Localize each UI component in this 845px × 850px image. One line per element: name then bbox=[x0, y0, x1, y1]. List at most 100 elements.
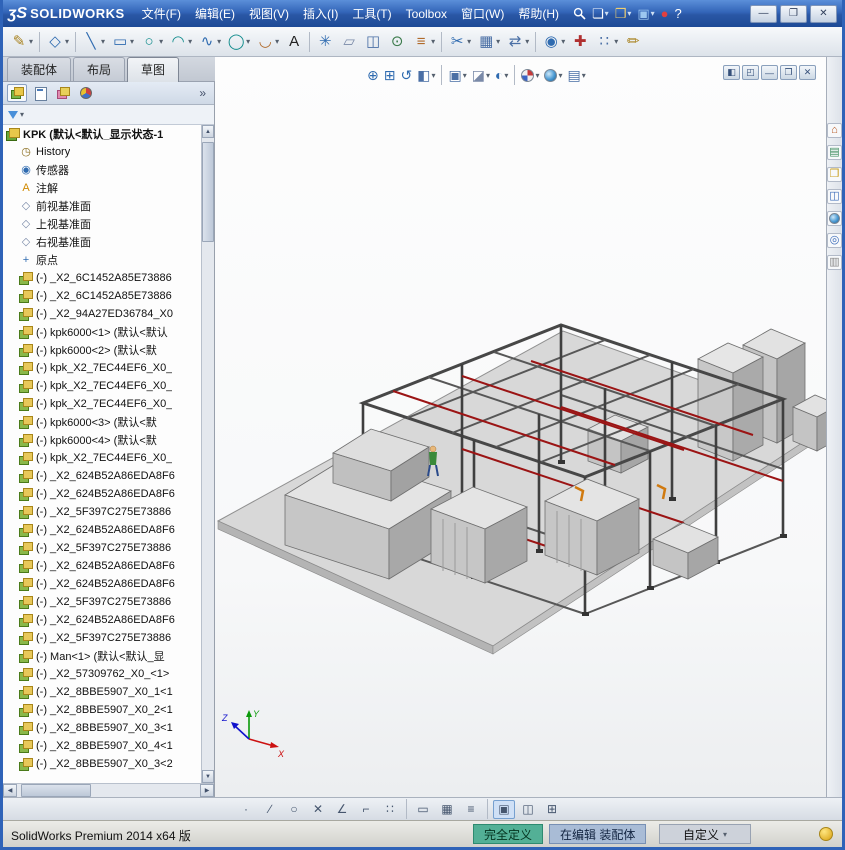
custom-properties-icon[interactable]: ◎ bbox=[827, 233, 842, 248]
doc-restore-button[interactable]: ❐ bbox=[780, 65, 797, 80]
smart-dimension-icon[interactable]: ◇ bbox=[43, 29, 72, 55]
tree-hscrollbar[interactable]: ◀ ▶ bbox=[3, 783, 214, 797]
tree-item[interactable]: (-) _X2_624B52A86EDA8F6 bbox=[3, 521, 201, 539]
ellipse-icon[interactable]: ◯ bbox=[224, 29, 253, 55]
tree-item[interactable]: (-) _X2_6C1452A85E73886 bbox=[3, 269, 201, 287]
rebuild-icon[interactable]: ● bbox=[658, 4, 672, 24]
filter-icon[interactable]: ▾ bbox=[8, 110, 24, 119]
doc-close-button[interactable]: ✕ bbox=[799, 65, 816, 80]
scrollbar-thumb[interactable] bbox=[202, 142, 214, 242]
view-two-icon[interactable]: ◫ bbox=[517, 800, 539, 819]
tree-item[interactable]: (-) kpk6000<3> (默认<默 bbox=[3, 413, 201, 431]
spline-icon[interactable]: ∿ bbox=[195, 29, 224, 55]
document-recovery-icon[interactable]: ▥ bbox=[827, 255, 842, 270]
section-view-icon[interactable]: ◧ bbox=[415, 65, 437, 85]
tab-layout[interactable]: 布局 bbox=[73, 57, 126, 81]
tree-item[interactable]: (-) kpk6000<2> (默认<默 bbox=[3, 341, 201, 359]
pane-split-left-icon[interactable]: ◧ bbox=[723, 65, 740, 80]
doc-minimize-button[interactable]: — bbox=[761, 65, 778, 80]
tab-sketch[interactable]: 草图 bbox=[127, 57, 180, 82]
snap-intersection-icon[interactable]: ✕ bbox=[307, 800, 329, 819]
tree-item[interactable]: (-) _X2_8BBE5907_X0_3<1 bbox=[3, 719, 201, 737]
menu-file[interactable]: 文件(F) bbox=[135, 0, 188, 27]
tree-item[interactable]: (-) kpk6000<1> (默认<默认 bbox=[3, 323, 201, 341]
linear-pattern-icon[interactable]: ▦ bbox=[474, 29, 503, 55]
snap-angle-icon[interactable]: ∠ bbox=[331, 800, 353, 819]
quick-snaps-icon[interactable]: ∷ bbox=[592, 29, 621, 55]
tree-item-right-plane[interactable]: ◇ 右视基准面 bbox=[3, 233, 201, 251]
fillet-icon[interactable]: ◡ bbox=[253, 29, 282, 55]
resources-icon[interactable]: ⌂ bbox=[827, 123, 842, 138]
tree-item[interactable]: (-) kpk6000<4> (默认<默 bbox=[3, 431, 201, 449]
tree-item[interactable]: (-) kpk_X2_7EC44EF6_X0_ bbox=[3, 395, 201, 413]
tree-item[interactable]: (-) _X2_5F397C275E73886 bbox=[3, 593, 201, 611]
close-button[interactable]: ✕ bbox=[810, 4, 837, 23]
search-icon[interactable] bbox=[570, 4, 589, 24]
appearances-icon[interactable] bbox=[827, 211, 842, 226]
snap-settings-icon[interactable]: ≡ bbox=[460, 800, 482, 819]
scroll-right-button[interactable]: ▶ bbox=[200, 784, 214, 797]
status-custom-dropdown[interactable]: 自定义 ▾ bbox=[659, 824, 751, 844]
mirror-entities-icon[interactable]: ◫ bbox=[361, 29, 385, 55]
tree-item[interactable]: (-) _X2_5F397C275E73886 bbox=[3, 629, 201, 647]
tree-item-origin[interactable]: + 原点 bbox=[3, 251, 201, 269]
tree-item[interactable]: (-) _X2_8BBE5907_X0_3<2 bbox=[3, 755, 201, 773]
tree-item[interactable]: (-) _X2_8BBE5907_X0_1<1 bbox=[3, 683, 201, 701]
tree-item[interactable]: (-) _X2_624B52A86EDA8F6 bbox=[3, 611, 201, 629]
tree-item[interactable]: (-) _X2_8BBE5907_X0_4<1 bbox=[3, 737, 201, 755]
sketch-icon[interactable]: ✎ bbox=[7, 29, 36, 55]
tree-vscrollbar[interactable]: ▲ ▼ bbox=[201, 125, 214, 783]
hide-show-items-icon[interactable]: ◐ bbox=[493, 65, 510, 85]
plane-icon[interactable]: ▱ bbox=[337, 29, 361, 55]
tree-item[interactable]: (-) _X2_624B52A86EDA8F6 bbox=[3, 575, 201, 593]
circle-icon[interactable]: ○ bbox=[137, 29, 166, 55]
tree-item[interactable]: (-) _X2_6C1452A85E73886 bbox=[3, 287, 201, 305]
tree-item[interactable]: (-) kpk_X2_7EC44EF6_X0_ bbox=[3, 449, 201, 467]
offset-entities-icon[interactable]: ≡ bbox=[409, 29, 438, 55]
configurationmanager-tab[interactable] bbox=[53, 84, 73, 102]
convert-entities-icon[interactable]: ⊙ bbox=[385, 29, 409, 55]
tree-item[interactable]: (-) _X2_624B52A86EDA8F6 bbox=[3, 557, 201, 575]
display-style-icon[interactable]: ◪ bbox=[470, 65, 492, 85]
menu-tools[interactable]: 工具(T) bbox=[345, 0, 398, 27]
help-icon[interactable]: ? bbox=[672, 4, 685, 24]
view-four-icon[interactable]: ⊞ bbox=[541, 800, 563, 819]
snap-circle-icon[interactable]: ○ bbox=[283, 800, 305, 819]
panel-overflow-button[interactable]: » bbox=[195, 86, 210, 100]
rectangle-icon[interactable]: ▭ bbox=[108, 29, 137, 55]
hscrollbar-thumb[interactable] bbox=[21, 784, 91, 797]
menu-insert[interactable]: 插入(I) bbox=[296, 0, 345, 27]
view-single-icon[interactable]: ▣ bbox=[493, 799, 515, 819]
tree-item-man[interactable]: (-) Man<1> (默认<默认_显 bbox=[3, 647, 201, 665]
previous-view-icon[interactable]: ↺ bbox=[398, 65, 414, 85]
design-library-icon[interactable]: ▤ bbox=[827, 145, 842, 160]
file-explorer-icon[interactable]: ❒ bbox=[827, 167, 842, 182]
new-document-icon[interactable]: ❏ bbox=[589, 4, 612, 24]
restore-button[interactable]: ❐ bbox=[780, 4, 807, 23]
line-icon[interactable]: ╲ bbox=[79, 29, 108, 55]
move-entities-icon[interactable]: ⇄ bbox=[503, 29, 532, 55]
tree-item[interactable]: (-) _X2_8BBE5907_X0_2<1 bbox=[3, 701, 201, 719]
snap-grid-icon[interactable]: ∷ bbox=[379, 800, 401, 819]
propertymanager-tab[interactable] bbox=[30, 84, 50, 102]
pane-split-top-icon[interactable]: ◰ bbox=[742, 65, 759, 80]
tree-item-sensors[interactable]: ◉ 传感器 bbox=[3, 161, 201, 179]
text-icon[interactable]: A bbox=[282, 29, 306, 55]
minimize-button[interactable]: — bbox=[750, 4, 777, 23]
tab-assembly[interactable]: 装配体 bbox=[7, 57, 72, 81]
filter-input[interactable] bbox=[26, 108, 209, 122]
display-relations-icon[interactable]: ◉ bbox=[539, 29, 568, 55]
arc-icon[interactable]: ◠ bbox=[166, 29, 195, 55]
hscrollbar-track[interactable] bbox=[17, 784, 200, 797]
repair-sketch-icon[interactable]: ✚ bbox=[568, 29, 592, 55]
edit-appearance-icon[interactable] bbox=[519, 65, 541, 85]
apply-scene-icon[interactable] bbox=[542, 65, 564, 85]
tree-item[interactable]: (-) _X2_57309762_X0_<1> bbox=[3, 665, 201, 683]
quick-tip-icon[interactable] bbox=[819, 827, 833, 841]
open-icon[interactable]: ❒ bbox=[612, 4, 635, 24]
graphics-area[interactable]: Y X Z ⊕⊞↺◧▣◪◐▤ ◧◰—❐✕ bbox=[215, 57, 826, 797]
view-orientation-icon[interactable]: ▣ bbox=[446, 65, 468, 85]
tree-item-top-plane[interactable]: ◇ 上视基准面 bbox=[3, 215, 201, 233]
save-icon[interactable]: ▣ bbox=[634, 4, 657, 24]
zoom-area-icon[interactable]: ⊞ bbox=[382, 65, 398, 85]
